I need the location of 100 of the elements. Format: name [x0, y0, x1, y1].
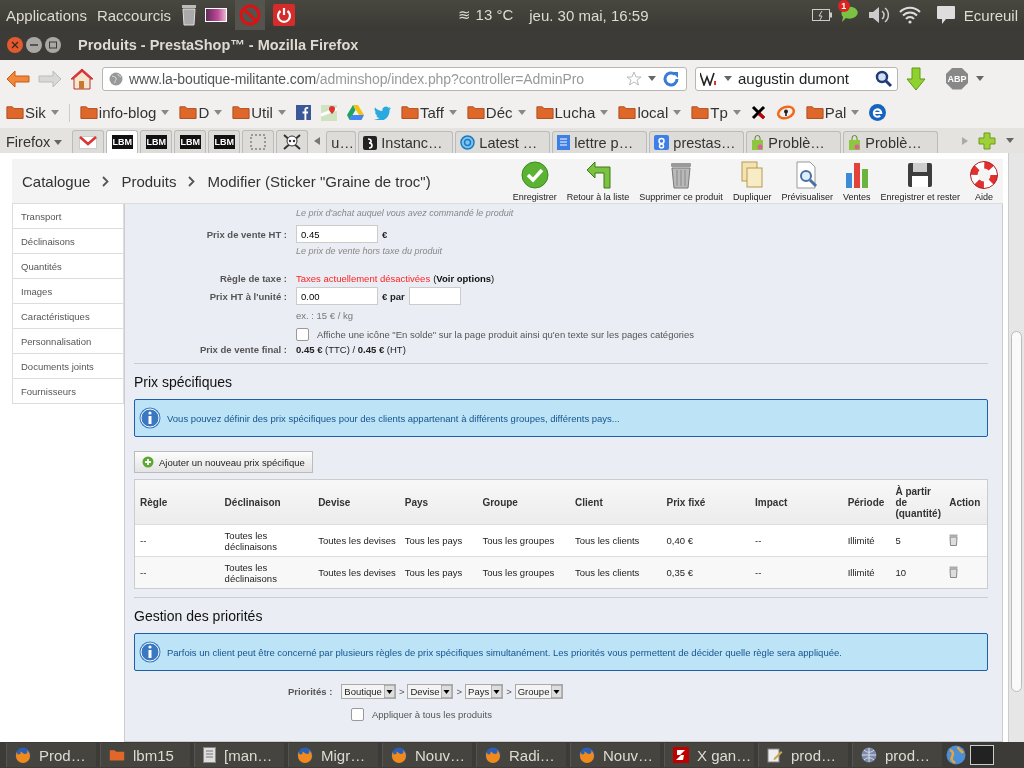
pinned-tab[interactable]: LBM [208, 130, 241, 153]
globe-icon[interactable] [869, 104, 887, 121]
scroll-left-icon[interactable] [314, 136, 321, 145]
user-name[interactable]: Ecureuil [963, 6, 1018, 24]
triangle-icon[interactable] [346, 105, 364, 120]
reload-icon[interactable] [662, 69, 680, 88]
bookmark-folder[interactable]: Sik [6, 104, 59, 121]
toolbar-button[interactable]: Supprimer ce produit [634, 160, 728, 202]
browser-tab[interactable]: Problè… [746, 131, 842, 153]
browser-tab[interactable]: Problè… [843, 131, 939, 153]
bookmark-folder[interactable]: Util [232, 104, 286, 121]
browser-tab[interactable]: lettre p… [552, 131, 648, 153]
bookmark-folder[interactable]: Pal [805, 104, 860, 121]
taskbar-item[interactable]: X gan… [664, 743, 754, 767]
toolbar-button[interactable]: Dupliquer [727, 160, 777, 202]
globe-icon[interactable] [946, 745, 966, 765]
trash-icon[interactable] [949, 565, 959, 578]
search-engine-icon[interactable] [700, 71, 718, 86]
adblock-button[interactable]: ABP [946, 67, 968, 90]
workspace-switcher[interactable] [970, 745, 994, 765]
bookmark-folder[interactable]: Déc [466, 104, 526, 121]
wifi-icon[interactable] [897, 6, 922, 24]
browser-tab[interactable]: Latest … [455, 131, 551, 153]
dropdown-caret-icon[interactable] [724, 76, 732, 81]
picture-icon[interactable] [205, 8, 228, 22]
taskbar-item[interactable]: Migr… [288, 743, 378, 767]
home-icon[interactable] [70, 67, 94, 90]
input-field[interactable] [408, 287, 461, 305]
toolbar-button[interactable]: Enregistrer [507, 160, 562, 202]
sidebar-item[interactable]: Déclinaisons [12, 229, 124, 254]
speech-bubble-icon[interactable] [935, 5, 956, 25]
trash-icon[interactable] [181, 4, 198, 26]
panel-menu[interactable]: Raccourcis [96, 6, 172, 24]
sidebar-item[interactable]: Transport [12, 204, 124, 229]
pinned-tab[interactable] [276, 130, 309, 153]
bookmark-folder[interactable]: Tp [691, 104, 741, 121]
search-field[interactable]: augustin dumont [695, 66, 898, 91]
select-field[interactable]: Groupe [514, 684, 564, 699]
search-icon[interactable] [875, 69, 893, 88]
taskbar-item[interactable]: Radi… [476, 743, 566, 767]
sidebar-item[interactable]: Documents joints [12, 354, 124, 379]
pinned-tab[interactable]: LBM [174, 130, 207, 153]
dropdown-caret-icon[interactable] [976, 76, 984, 81]
scrollbar[interactable] [1008, 153, 1024, 742]
checkbox[interactable] [351, 708, 364, 721]
sidebar-item[interactable]: Personnalisation [12, 329, 124, 354]
sidebar-item[interactable]: Fournisseurs [12, 379, 124, 404]
download-arrow-icon[interactable] [906, 66, 926, 91]
input-field[interactable]: 0.45 [296, 225, 378, 243]
breadcrumb-item[interactable]: Catalogue [22, 172, 91, 190]
cross-icon[interactable] [750, 105, 766, 120]
bookmark-folder[interactable]: Lucha [535, 104, 609, 121]
facebook-icon[interactable] [295, 105, 311, 120]
breadcrumb-item[interactable]: Produits [121, 172, 177, 190]
map-icon[interactable] [320, 104, 337, 121]
bookmark-folder[interactable]: local [618, 104, 682, 121]
select-field[interactable]: Pays [465, 684, 504, 699]
dropdown-caret-icon[interactable] [648, 76, 656, 81]
browser-tab[interactable]: u… [326, 131, 357, 153]
clock[interactable]: jeu. 30 mai, 16:59 [529, 6, 649, 24]
trash-icon[interactable] [949, 533, 959, 546]
taskbar-item[interactable]: Nouv… [570, 743, 660, 767]
select-field[interactable]: Devise [407, 684, 454, 699]
checkbox[interactable] [296, 328, 309, 341]
taskbar-item[interactable]: [man… [194, 743, 284, 767]
toolbar-button[interactable]: Enregistrer et rester [875, 160, 965, 202]
dropdown-caret-icon[interactable] [1006, 138, 1014, 143]
battery-icon[interactable] [811, 9, 832, 21]
pinned-tab[interactable]: LBM [106, 130, 139, 153]
panel-menu[interactable]: Applications [6, 6, 87, 24]
toolbar-button[interactable]: Retour à la liste [561, 160, 635, 202]
toolbar-button[interactable]: Ventes [837, 160, 876, 202]
bookmark-folder[interactable]: info-blog [79, 104, 170, 121]
power-icon[interactable] [273, 4, 296, 26]
bookmark-folder[interactable]: Taff [400, 104, 457, 121]
weather-reading[interactable]: ≋ 13 °C [458, 6, 514, 24]
toolbar-button[interactable]: Prévisualiser [776, 160, 838, 202]
bird-icon[interactable] [373, 105, 391, 120]
input-field[interactable]: 0.00 [296, 287, 378, 305]
firefox-menu-button[interactable]: Firefox [6, 131, 63, 153]
sidebar-item[interactable]: Images [12, 279, 124, 304]
bookmark-folder[interactable]: D [179, 104, 223, 121]
back-arrow-icon[interactable] [6, 69, 30, 88]
browser-tab[interactable]: Instanc… [358, 131, 454, 153]
taskbar-item[interactable]: Prod… [6, 743, 96, 767]
toolbar-button[interactable]: Aide [965, 160, 1003, 202]
star-icon[interactable] [626, 70, 642, 87]
sidebar-item[interactable]: Quantités [12, 254, 124, 279]
taskbar-item[interactable]: prod… [758, 743, 848, 767]
address-field[interactable]: www.la-boutique-militante.com/adminshop/index.php?controller=AdminPro [102, 66, 687, 91]
options-link[interactable]: (Voir options) [433, 273, 495, 284]
browser-tab[interactable]: prestas… [649, 131, 745, 153]
add-button[interactable]: Ajouter un nouveau prix spécifique [134, 451, 313, 473]
taskbar-item[interactable]: lbm15 [100, 743, 190, 767]
sidebar-item[interactable]: Caractéristiques [12, 304, 124, 329]
speaker-icon[interactable] [867, 6, 890, 24]
pinned-tab[interactable]: LBM [140, 130, 173, 153]
taskbar-item[interactable]: prod… [852, 743, 942, 767]
select-field[interactable]: Boutique [341, 684, 396, 699]
taskbar-item[interactable]: Nouv… [382, 743, 472, 767]
